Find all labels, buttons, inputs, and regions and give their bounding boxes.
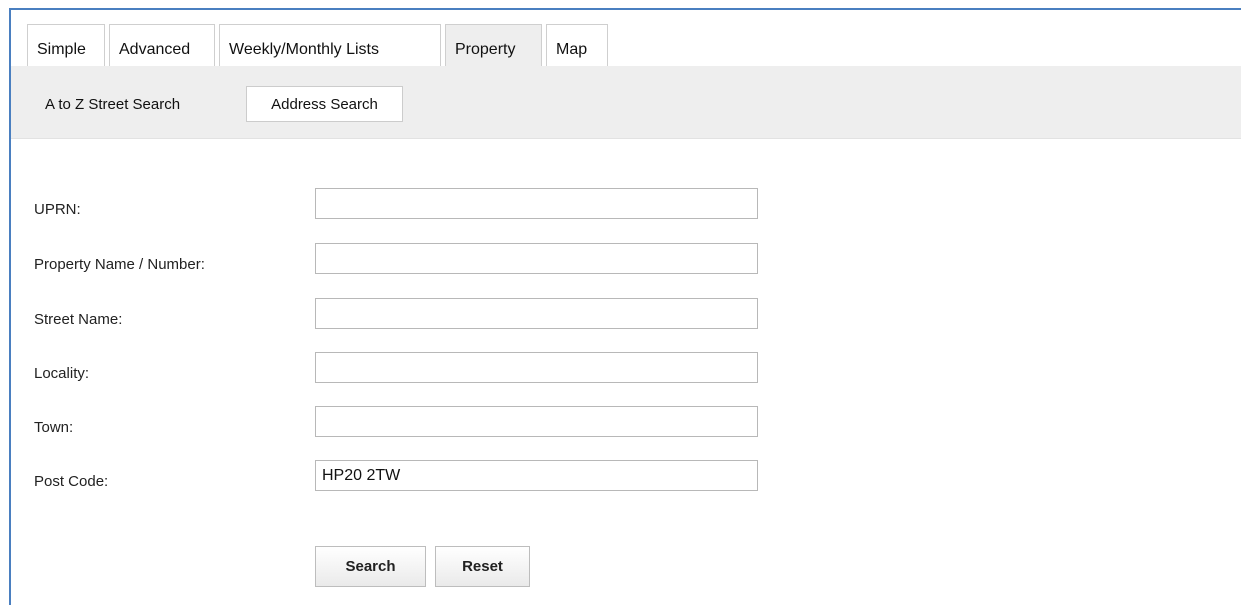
form-actions: Search Reset	[315, 546, 539, 587]
town-input[interactable]	[315, 406, 758, 437]
street-name-row: Street Name:	[11, 298, 1241, 338]
locality-input[interactable]	[315, 352, 758, 383]
property-name-label: Property Name / Number:	[34, 256, 205, 273]
town-row: Town:	[11, 406, 1241, 446]
reset-button[interactable]: Reset	[435, 546, 530, 587]
street-name-input[interactable]	[315, 298, 758, 329]
property-name-row: Property Name / Number:	[11, 243, 1241, 283]
subnav-address-search[interactable]: Address Search	[246, 86, 403, 122]
post-code-row: Post Code:	[11, 460, 1241, 500]
uprn-input[interactable]	[315, 188, 758, 219]
locality-row: Locality:	[11, 352, 1241, 392]
locality-label: Locality:	[34, 365, 90, 382]
search-panel: Simple Advanced Weekly/Monthly Lists Pro…	[9, 8, 1241, 605]
subnav-a-to-z-street-search[interactable]: A to Z Street Search	[31, 86, 194, 122]
search-button[interactable]: Search	[315, 546, 426, 587]
street-name-label: Street Name:	[34, 311, 123, 328]
post-code-label: Post Code:	[34, 473, 109, 490]
town-label: Town:	[34, 419, 74, 436]
post-code-input[interactable]	[315, 460, 758, 491]
uprn-label: UPRN:	[34, 201, 81, 218]
uprn-row: UPRN:	[11, 188, 1241, 228]
property-name-input[interactable]	[315, 243, 758, 274]
sub-navigation: A to Z Street Search Address Search	[11, 66, 1241, 139]
